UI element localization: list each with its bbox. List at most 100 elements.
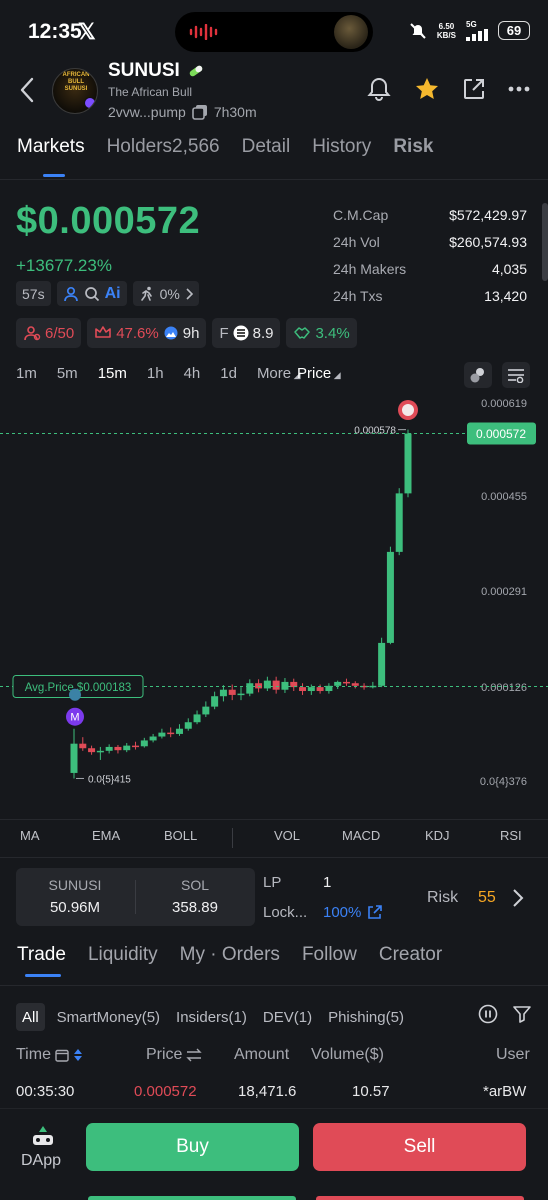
solana-icon [84, 97, 96, 109]
candle-body [149, 736, 157, 741]
dapp-icon[interactable] [30, 1123, 56, 1149]
tab-liquidity[interactable]: Liquidity [88, 944, 158, 966]
chart-settings-button[interactable] [502, 362, 530, 388]
high-label: 0.000578 [354, 426, 396, 437]
metric-chips: 6/50 47.6% 9h F 8.9 3.4% [16, 318, 357, 348]
interval-5m[interactable]: 5m [57, 365, 78, 382]
search-icon [84, 286, 99, 301]
tab-holders[interactable]: Holders2,566 [107, 136, 220, 178]
interval-15m[interactable]: 15m [98, 365, 127, 382]
stat-row: 24h Txs 13,420 [333, 288, 527, 304]
indicator-vol[interactable]: VOL [274, 828, 300, 843]
candle-body [395, 493, 403, 552]
axis-label: 0.000455 [481, 491, 527, 503]
price-chart[interactable]: 0.000619 0.000455 0.000291 0.000126 0.0{4}37… [0, 388, 548, 800]
candle-body [378, 642, 386, 686]
tab-creator[interactable]: Creator [379, 944, 442, 966]
candle-body [219, 689, 227, 697]
age-chip[interactable]: 57s [16, 281, 51, 306]
candle-body [263, 680, 271, 689]
candle-body [299, 687, 307, 692]
candle-body [228, 689, 236, 695]
indicator-macd[interactable]: MACD [342, 828, 380, 843]
candle-body [237, 693, 245, 696]
interval-4h[interactable]: 4h [184, 365, 201, 382]
copy-icon[interactable] [192, 104, 208, 120]
tab-history[interactable]: History [312, 136, 371, 178]
sniper-icon [24, 326, 41, 341]
bell-icon[interactable] [366, 76, 392, 102]
star-icon[interactable] [414, 76, 440, 102]
candle-body [255, 683, 263, 689]
interval-1h[interactable]: 1h [147, 365, 164, 382]
row-time: 00:35:30 [16, 1083, 75, 1100]
tax-chip[interactable]: 0% [132, 281, 199, 306]
indicator-boll[interactable]: BOLL [164, 828, 197, 843]
chart-style-button[interactable] [464, 362, 492, 388]
row-user[interactable]: *arBW [483, 1083, 526, 1100]
tab-risk[interactable]: Risk [393, 136, 433, 178]
candle-body [88, 748, 96, 753]
insider-chip[interactable]: 3.4% [286, 318, 357, 348]
more-icon[interactable] [508, 86, 530, 92]
now-playing-artwork [334, 15, 368, 49]
candle-body [334, 681, 342, 686]
indicator-kdj[interactable]: KDJ [425, 828, 450, 843]
f-score-chip[interactable]: F 8.9 [212, 318, 281, 348]
token-address-row: 2vvw...pump 7h30m [108, 104, 257, 120]
candle-body [114, 746, 122, 751]
indicator-rsi[interactable]: RSI [500, 828, 522, 843]
candle-body [404, 433, 412, 494]
stats-panel: C.M.Cap $572,429.97 24h Vol $260,574.93 24… [333, 207, 527, 315]
back-arrow-icon[interactable] [18, 76, 36, 104]
row-price: 0.000572 [134, 1083, 197, 1100]
token-header: AFRICAN BULL SUNUSI SUNUSI The African B… [0, 58, 548, 124]
top10-chip[interactable]: 47.6% 9h [87, 318, 207, 348]
user-icon [63, 286, 78, 301]
share-icon[interactable] [462, 77, 486, 101]
price-mode-select[interactable]: Price ◢ [297, 365, 341, 382]
chevron-right-icon[interactable] [512, 888, 524, 908]
trade-tabs-divider [0, 985, 548, 986]
interval-1m[interactable]: 1m [16, 365, 37, 382]
info-chips: 57s Ai 0% [16, 281, 199, 306]
tab-my-orders[interactable]: My · Orders [180, 944, 280, 966]
indicator-ma[interactable]: MA [20, 828, 40, 843]
filter-all[interactable]: All [16, 1003, 45, 1031]
sell-button[interactable]: Sell [313, 1123, 526, 1171]
triangle-down-icon: ◢ [331, 370, 341, 380]
tab-markets[interactable]: Markets [17, 136, 85, 178]
dapp-label[interactable]: DApp [21, 1152, 61, 1170]
col-price[interactable]: Price [146, 1046, 203, 1064]
filter-dev[interactable]: DEV(1) [259, 1009, 316, 1026]
candle-body [132, 745, 140, 748]
sol-holding: SOL 358.89 [172, 877, 218, 916]
token-address[interactable]: 2vvw...pump [108, 104, 186, 120]
indicator-ema[interactable]: EMA [92, 828, 120, 843]
candle-body [281, 681, 289, 690]
token-symbol: SUNUSI [108, 60, 180, 81]
filter-phishing[interactable]: Phishing(5) [324, 1009, 408, 1026]
candle-body [351, 683, 359, 686]
col-time[interactable]: Time [16, 1046, 83, 1064]
filter-smartmoney[interactable]: SmartMoney(5) [53, 1009, 164, 1026]
interval-more[interactable]: More ◢ [257, 365, 301, 382]
risk-score[interactable]: 55 [478, 889, 496, 907]
interval-1d[interactable]: 1d [220, 365, 237, 382]
m-marker-label: M [70, 712, 79, 724]
buy-button[interactable]: Buy [86, 1123, 299, 1171]
pause-icon[interactable] [478, 1004, 498, 1024]
stat-row: 24h Makers 4,035 [333, 261, 527, 277]
chevron-right-icon [186, 287, 193, 300]
lock-value[interactable]: 100% [323, 904, 383, 921]
tab-trade[interactable]: Trade [17, 944, 66, 977]
tab-detail[interactable]: Detail [242, 136, 291, 178]
tab-follow[interactable]: Follow [302, 944, 357, 966]
filter-insiders[interactable]: Insiders(1) [172, 1009, 251, 1026]
chart-divider [0, 819, 548, 820]
filter-icon[interactable] [512, 1004, 532, 1024]
tools-chip[interactable]: Ai [56, 281, 127, 306]
scrollbar[interactable] [542, 203, 548, 281]
snipers-chip[interactable]: 6/50 [16, 318, 82, 348]
risk-label[interactable]: Risk [427, 889, 458, 907]
